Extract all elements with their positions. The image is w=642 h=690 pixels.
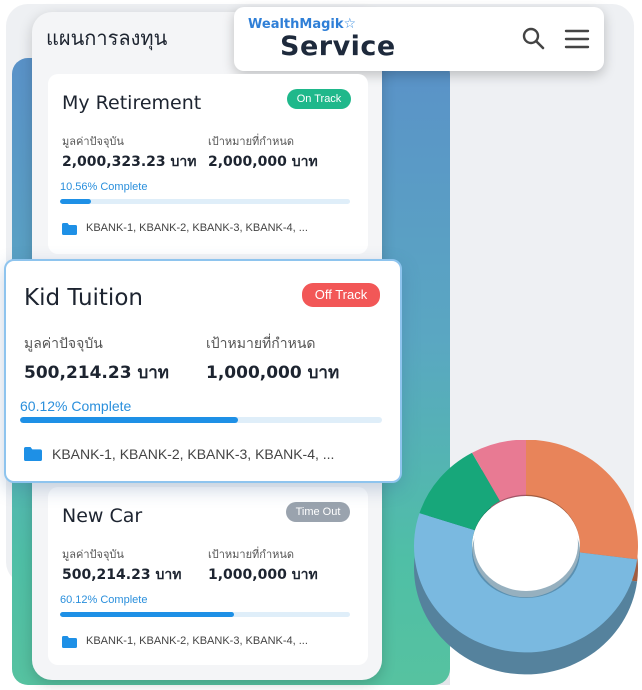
plan-card-kid-tuition[interactable]: Kid Tuition Off Track มูลค่าปัจจุบัน เป้… bbox=[4, 259, 402, 483]
progress-fill bbox=[20, 417, 238, 423]
target-value: 1,000,000 บาท bbox=[206, 363, 340, 383]
current-value-label: มูลค่าปัจจุบัน bbox=[62, 548, 124, 561]
menu-button[interactable] bbox=[564, 27, 590, 51]
status-badge: Off Track bbox=[302, 283, 380, 307]
plan-card-new-car[interactable]: New Car Time Out มูลค่าปัจจุบัน เป้าหมาย… bbox=[48, 487, 368, 665]
target-label: เป้าหมายที่กำหนด bbox=[206, 336, 316, 352]
search-button[interactable] bbox=[520, 25, 548, 53]
progress-fill bbox=[60, 199, 91, 204]
progress-bar bbox=[60, 612, 350, 617]
progress-bar bbox=[60, 199, 350, 204]
status-badge: On Track bbox=[287, 89, 351, 109]
current-value-label: มูลค่าปัจจุบัน bbox=[24, 336, 103, 352]
target-label: เป้าหมายที่กำหนด bbox=[208, 548, 295, 561]
target-value: 1,000,000 บาท bbox=[208, 567, 318, 583]
star-icon: ☆ bbox=[343, 16, 357, 32]
logo-wordmark-top: WealthMagik bbox=[248, 17, 344, 32]
current-value: 500,214.23 บาท bbox=[62, 567, 182, 583]
target-value: 2,000,000 บาท bbox=[208, 154, 318, 170]
logo-brand-text: WealthMagik☆ bbox=[248, 16, 356, 32]
current-value: 2,000,323.23 บาท bbox=[62, 154, 197, 170]
folder-icon bbox=[24, 447, 42, 461]
target-label: เป้าหมายที่กำหนด bbox=[208, 135, 295, 148]
search-icon bbox=[522, 27, 545, 50]
current-value: 500,214.23 บาท bbox=[24, 363, 170, 383]
plan-name: Kid Tuition bbox=[24, 285, 143, 311]
progress-bar bbox=[20, 417, 382, 423]
linked-accounts: KBANK-1, KBANK-2, KBANK-3, KBANK-4, ... bbox=[86, 222, 308, 234]
app-header: WealthMagik☆ Service bbox=[234, 7, 604, 71]
decorative-donut-chart bbox=[414, 440, 638, 675]
status-badge: Time Out bbox=[286, 502, 350, 522]
progress-fill bbox=[60, 612, 235, 617]
complete-percentage: 60.12% Complete bbox=[20, 398, 132, 414]
plan-name: My Retirement bbox=[62, 92, 202, 114]
plan-name: New Car bbox=[62, 505, 143, 527]
complete-percentage: 10.56% Complete bbox=[60, 181, 148, 193]
linked-accounts: KBANK-1, KBANK-2, KBANK-3, KBANK-4, ... bbox=[86, 635, 308, 647]
plan-card-my-retirement[interactable]: My Retirement On Track มูลค่าปัจจุบัน เป… bbox=[48, 74, 368, 254]
folder-icon bbox=[62, 223, 77, 235]
donut-hole-center bbox=[474, 497, 578, 591]
page-title: แผนการลงทุน bbox=[46, 26, 168, 50]
current-value-label: มูลค่าปัจจุบัน bbox=[62, 135, 124, 148]
hamburger-menu-icon bbox=[564, 29, 590, 49]
linked-accounts: KBANK-1, KBANK-2, KBANK-3, KBANK-4, ... bbox=[52, 446, 335, 462]
folder-icon bbox=[62, 636, 77, 648]
logo-wordmark-bottom: Service bbox=[280, 31, 396, 62]
complete-percentage: 60.12% Complete bbox=[60, 594, 148, 606]
